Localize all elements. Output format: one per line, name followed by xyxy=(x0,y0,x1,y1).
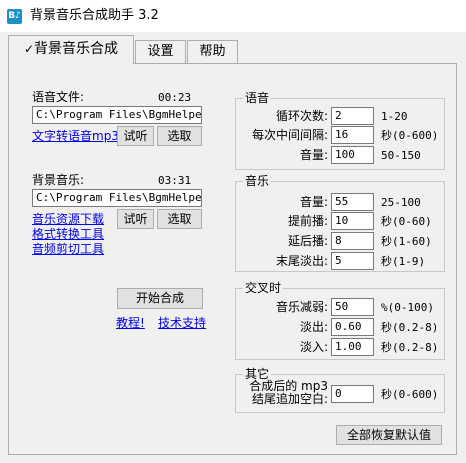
audio-cut-link[interactable]: 音频剪切工具 xyxy=(32,241,104,257)
bgm-preview-button[interactable]: 试听 xyxy=(117,209,154,229)
support-link[interactable]: 技术支持 xyxy=(158,315,206,331)
fade-out-end-label: 末尾淡出: xyxy=(275,254,328,268)
append-silence-label-line2: 结尾追加空白: xyxy=(251,392,328,406)
voice-volume-label: 音量: xyxy=(299,148,328,162)
music-download-link[interactable]: 音乐资源下载 xyxy=(32,211,104,227)
tab-label: 帮助 xyxy=(199,44,226,59)
voice-file-label: 语音文件: xyxy=(32,90,85,104)
loop-count-range: 1-20 xyxy=(381,110,408,123)
bgm-duration: 03:31 xyxy=(158,174,192,187)
music-group-title: 音乐 xyxy=(243,174,272,188)
append-silence-range: 秒(0-600) xyxy=(381,388,439,401)
append-silence-input[interactable]: 0 xyxy=(331,385,374,403)
music-volume-input[interactable]: 55 xyxy=(331,193,374,211)
format-convert-link[interactable]: 格式转换工具 xyxy=(32,226,104,242)
music-volume-label: 音量: xyxy=(299,195,328,209)
tab-label: 设置 xyxy=(147,44,174,59)
music-volume-range: 25-100 xyxy=(381,196,421,209)
voice-volume-range: 50-150 xyxy=(381,149,421,162)
interval-input[interactable]: 16 xyxy=(331,126,374,144)
music-duck-label: 音乐减弱: xyxy=(275,300,328,314)
cross-fade-out-label: 淡出: xyxy=(299,320,328,334)
cross-fade-in-range: 秒(0.2-8) xyxy=(381,341,439,354)
tab-help[interactable]: 帮助 xyxy=(187,40,238,64)
tts-link[interactable]: 文字转语音mp3 xyxy=(32,128,119,144)
voice-group-title: 语音 xyxy=(243,91,272,105)
voice-preview-button[interactable]: 试听 xyxy=(117,126,154,146)
start-compose-button[interactable]: 开始合成 xyxy=(117,288,203,309)
tab-label: 背景音乐合成 xyxy=(34,41,119,57)
voice-volume-input[interactable]: 100 xyxy=(331,146,374,164)
cross-fade-out-range: 秒(0.2-8) xyxy=(381,321,439,334)
cross-group-title: 交叉时 xyxy=(243,281,284,295)
bgm-file-path-field[interactable]: C:\Program Files\BgmHelper\ xyxy=(32,189,202,207)
bgm-file-label: 背景音乐: xyxy=(32,173,85,187)
tab-settings[interactable]: 设置 xyxy=(135,40,186,64)
cross-fade-out-input[interactable]: 0.60 xyxy=(331,318,374,336)
cross-fade-in-label: 淡入: xyxy=(299,340,328,354)
cross-fade-in-input[interactable]: 1.00 xyxy=(331,338,374,356)
delay-play-label: 延后播: xyxy=(287,234,328,248)
title-bar: B♪ 背景音乐合成助手 3.2 xyxy=(0,0,466,32)
interval-range: 秒(0-600) xyxy=(381,129,439,142)
voice-duration: 00:23 xyxy=(158,91,192,104)
music-duck-range: %(0-100) xyxy=(381,301,434,314)
interval-label: 每次中间间隔: xyxy=(251,128,328,142)
fade-out-end-range: 秒(1-9) xyxy=(381,255,426,268)
music-note-icon: B♪ xyxy=(7,9,22,24)
checkmark-icon: ✓ xyxy=(23,42,35,56)
delay-play-range: 秒(1-60) xyxy=(381,235,432,248)
pre-play-input[interactable]: 10 xyxy=(331,212,374,230)
music-duck-input[interactable]: 50 xyxy=(331,298,374,316)
loop-count-input[interactable]: 2 xyxy=(331,107,374,125)
pre-play-range: 秒(0-60) xyxy=(381,215,432,228)
voice-select-button[interactable]: 选取 xyxy=(157,126,202,146)
tab-bgm-compose[interactable]: ✓背景音乐合成 xyxy=(8,35,134,64)
voice-file-path-field[interactable]: C:\Program Files\BgmHelper\ xyxy=(32,106,202,124)
loop-count-label: 循环次数: xyxy=(275,109,328,123)
window-title: 背景音乐合成助手 3.2 xyxy=(30,8,159,23)
reset-defaults-button[interactable]: 全部恢复默认值 xyxy=(336,425,442,445)
bgm-select-button[interactable]: 选取 xyxy=(157,209,202,229)
delay-play-input[interactable]: 8 xyxy=(331,232,374,250)
pre-play-label: 提前播: xyxy=(287,214,328,228)
tutorial-link[interactable]: 教程! xyxy=(116,315,145,331)
fade-out-end-input[interactable]: 5 xyxy=(331,252,374,270)
